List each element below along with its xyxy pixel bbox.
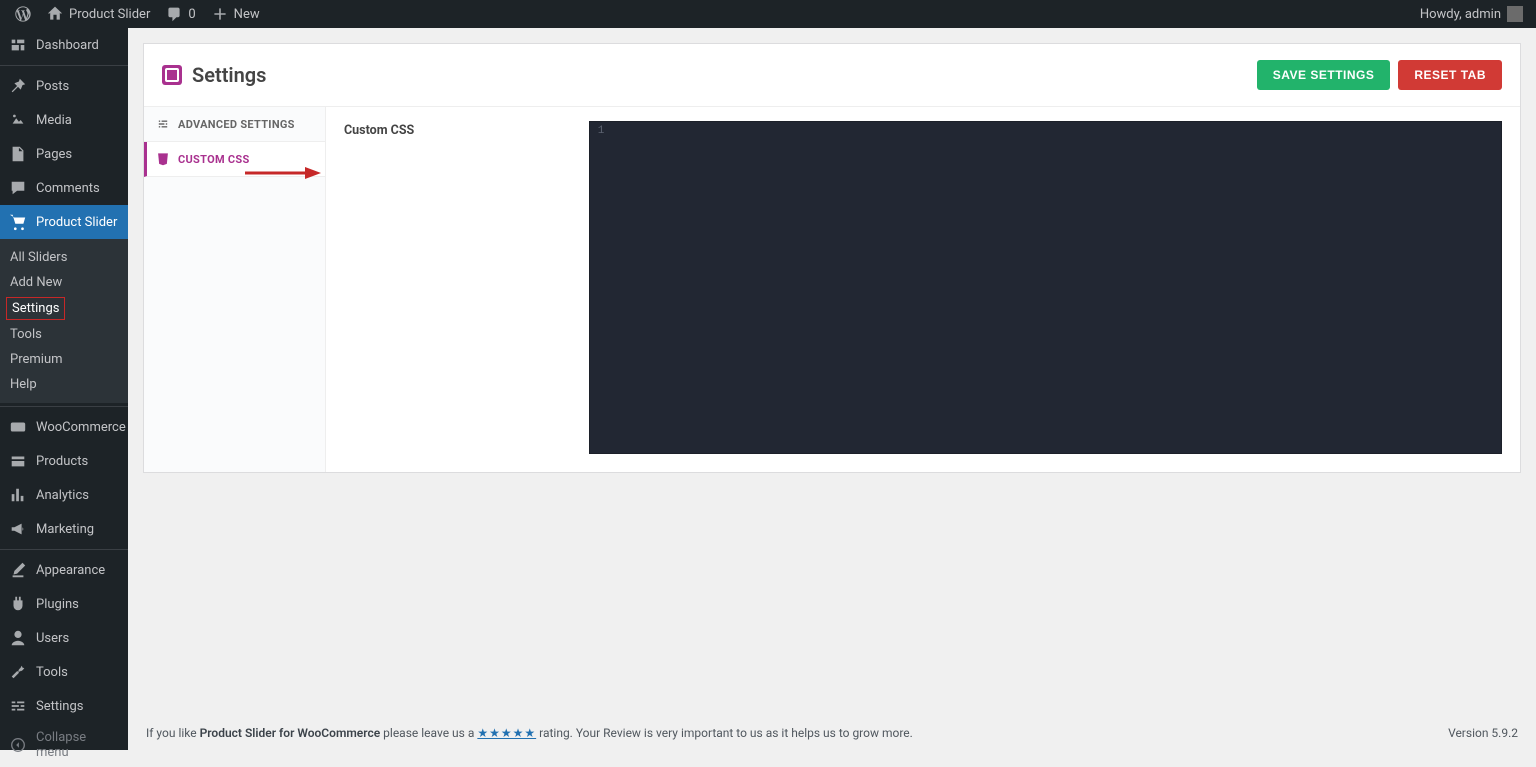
sub-premium[interactable]: Premium <box>0 347 128 372</box>
sidebar-item-posts[interactable]: Posts <box>0 65 128 103</box>
footer-rating-link[interactable]: ★★★★★ <box>477 726 536 740</box>
sidebar-item-products[interactable]: Products <box>0 444 128 478</box>
settings-tabs: ADVANCED SETTINGS CUSTOM CSS <box>144 107 326 472</box>
sub-all-sliders[interactable]: All Sliders <box>0 245 128 270</box>
admin-sidebar: Dashboard Posts Media Pages Comments Pro… <box>0 28 128 750</box>
css-icon <box>156 152 170 166</box>
sidebar-item-settings[interactable]: Settings <box>0 689 128 723</box>
sidebar-item-users[interactable]: Users <box>0 621 128 655</box>
plugin-icon <box>8 594 28 614</box>
sidebar-item-marketing[interactable]: Marketing <box>0 512 128 546</box>
sidebar-item-label: Appearance <box>36 563 105 578</box>
sidebar-submenu: All Sliders Add New Settings Tools Premi… <box>0 239 128 403</box>
wp-logo[interactable] <box>7 0 39 28</box>
sidebar-item-plugins[interactable]: Plugins <box>0 587 128 621</box>
user-icon <box>8 628 28 648</box>
tab-content: Custom CSS 1 <box>326 107 1520 472</box>
sidebar-item-media[interactable]: Media <box>0 103 128 137</box>
sidebar-item-label: Dashboard <box>36 38 99 53</box>
comment-icon <box>166 6 182 22</box>
sidebar-item-label: Products <box>36 454 88 469</box>
sidebar-item-woocommerce[interactable]: WooCommerce <box>0 406 128 444</box>
page-title: Settings <box>192 63 266 87</box>
sidebar-item-analytics[interactable]: Analytics <box>0 478 128 512</box>
reset-button[interactable]: RESET TAB <box>1398 60 1502 90</box>
megaphone-icon <box>8 519 28 539</box>
comment-icon <box>8 178 28 198</box>
sub-settings[interactable]: Settings <box>6 297 65 320</box>
avatar <box>1507 6 1523 22</box>
page-icon <box>8 144 28 164</box>
sidebar-collapse[interactable]: Collapse menu <box>0 723 128 767</box>
products-icon <box>8 451 28 471</box>
sidebar-item-label: Plugins <box>36 597 79 612</box>
sidebar-item-comments[interactable]: Comments <box>0 171 128 205</box>
wordpress-icon <box>15 6 31 22</box>
brush-icon <box>8 560 28 580</box>
sliders-icon <box>156 117 170 131</box>
plus-icon <box>212 6 228 22</box>
wrench-icon <box>8 662 28 682</box>
sub-help[interactable]: Help <box>0 372 128 397</box>
sidebar-item-label: Pages <box>36 147 72 162</box>
settings-panel: Settings SAVE SETTINGS RESET TAB ADVANCE… <box>143 43 1521 473</box>
admin-footer: If you like Product Slider for WooCommer… <box>128 716 1536 750</box>
sidebar-item-label: Collapse menu <box>36 730 120 760</box>
topbar-new[interactable]: New <box>204 0 268 28</box>
sidebar-item-label: Product Slider <box>36 215 117 230</box>
sidebar-item-label: Settings <box>36 699 83 714</box>
analytics-icon <box>8 485 28 505</box>
settings-logo-icon <box>162 65 182 85</box>
collapse-icon <box>8 735 28 755</box>
sidebar-item-label: Marketing <box>36 522 94 537</box>
arrow-annotation <box>245 166 325 184</box>
footer-thanks: If you like Product Slider for WooCommer… <box>146 726 913 740</box>
topbar-new-label: New <box>234 7 260 22</box>
sidebar-item-label: Media <box>36 113 72 128</box>
topbar-site-name: Product Slider <box>69 7 150 22</box>
sidebar-item-label: WooCommerce <box>36 420 126 435</box>
save-button[interactable]: SAVE SETTINGS <box>1257 60 1391 90</box>
tab-advanced-settings[interactable]: ADVANCED SETTINGS <box>144 107 325 142</box>
topbar-comments-count: 0 <box>188 7 195 22</box>
topbar-site-link[interactable]: Product Slider <box>39 0 158 28</box>
sidebar-item-pages[interactable]: Pages <box>0 137 128 171</box>
editor-gutter: 1 <box>590 122 612 453</box>
sidebar-item-label: Comments <box>36 181 100 196</box>
field-label: Custom CSS <box>344 121 569 454</box>
sub-tools[interactable]: Tools <box>0 322 128 347</box>
dashboard-icon <box>8 35 28 55</box>
panel-header: Settings SAVE SETTINGS RESET TAB <box>144 44 1520 107</box>
topbar-comments[interactable]: 0 <box>158 0 203 28</box>
media-icon <box>8 110 28 130</box>
sidebar-item-label: Users <box>36 631 69 646</box>
sidebar-item-appearance[interactable]: Appearance <box>0 549 128 587</box>
admin-topbar: Product Slider 0 New Howdy, admin <box>0 0 1536 28</box>
pin-icon <box>8 76 28 96</box>
woo-icon <box>8 417 28 437</box>
main-content: Settings SAVE SETTINGS RESET TAB ADVANCE… <box>128 28 1536 750</box>
home-icon <box>47 6 63 22</box>
sidebar-item-tools[interactable]: Tools <box>0 655 128 689</box>
footer-version: Version 5.9.2 <box>1448 726 1518 740</box>
tab-label: CUSTOM CSS <box>178 153 250 166</box>
sidebar-item-label: Tools <box>36 665 68 680</box>
sidebar-item-dashboard[interactable]: Dashboard <box>0 28 128 62</box>
settings-icon <box>8 696 28 716</box>
sidebar-item-label: Posts <box>36 79 69 94</box>
sidebar-item-product-slider[interactable]: Product Slider <box>0 205 128 239</box>
css-code-editor[interactable]: 1 <box>589 121 1502 454</box>
tab-label: ADVANCED SETTINGS <box>178 118 295 131</box>
topbar-account[interactable]: Howdy, admin <box>1420 6 1529 22</box>
cart-icon <box>8 212 28 232</box>
sidebar-item-label: Analytics <box>36 488 89 503</box>
topbar-howdy: Howdy, admin <box>1420 7 1501 22</box>
sub-add-new[interactable]: Add New <box>0 270 128 295</box>
